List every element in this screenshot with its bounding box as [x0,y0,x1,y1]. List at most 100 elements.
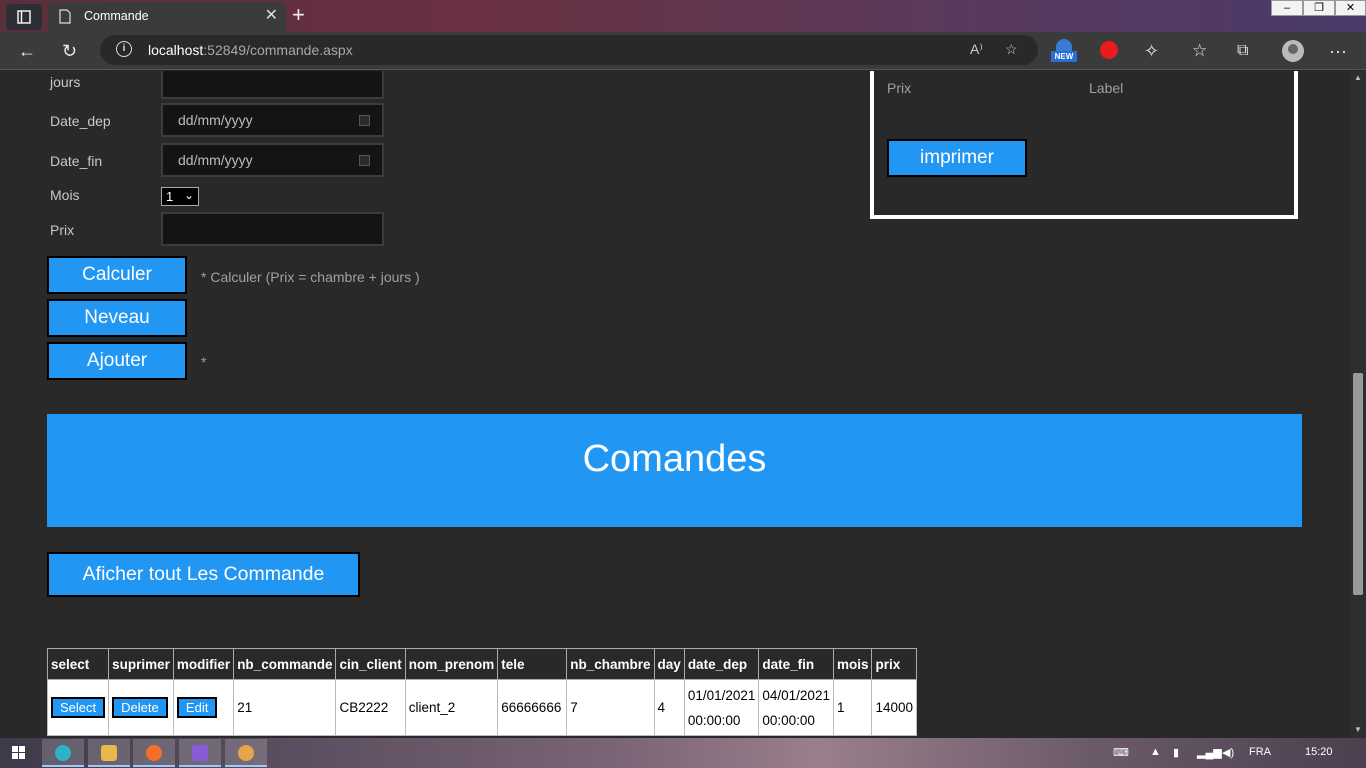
taskbar-edge[interactable] [42,739,84,767]
ajouter-button[interactable]: Ajouter [47,342,187,380]
restore-icon: ❐ [1314,2,1324,14]
battery-icon[interactable]: ▮ [1173,746,1179,759]
calculer-button[interactable]: Calculer [47,256,187,294]
start-button[interactable] [0,739,40,767]
date-fin-cell: 04/01/2021 00:00:00 [758,679,834,736]
window-close-icon: ✕ [1345,2,1356,14]
volume-icon[interactable]: ◀) [1222,746,1234,759]
tab-title: Commande [84,9,149,23]
calendar-icon[interactable] [359,155,370,166]
refresh-icon[interactable]: ↻ [62,41,77,61]
scrollbar-thumb[interactable] [1353,373,1363,595]
nb-chambre-cell: 7 [566,679,655,736]
mois-label: Mois [50,187,80,203]
date-dep-label: Date_dep [50,113,111,129]
scroll-down-icon[interactable]: ▼ [1354,725,1362,734]
taskbar-visual-studio[interactable] [179,739,221,767]
row-delete-button[interactable]: Delete [112,697,168,718]
column-header: tele [497,648,568,680]
print-panel: Prix Label imprimer [870,71,1298,219]
column-header: mois [832,648,873,680]
prix-cell: 14000 [871,679,918,736]
url-host: localhost [148,42,204,58]
mois-select[interactable]: 1 ⌄ [161,187,199,206]
taskbar-app[interactable] [225,739,267,767]
delete-cell: Delete [108,679,174,736]
browser-tab-commande[interactable]: Commande ✕ [48,2,286,32]
site-info-icon[interactable]: i [116,41,132,57]
edit-cell: Edit [172,679,235,736]
new-tab-icon[interactable]: + [292,3,305,27]
column-header: cin_client [335,648,406,680]
date-dep-placeholder: dd/mm/yyyy [178,112,253,128]
cin-client-cell: CB2222 [335,679,406,736]
date-fin-date: 04/01/2021 [762,687,830,703]
tele-cell: 66666666 [497,679,568,736]
clock[interactable]: 15:20 [1305,746,1333,758]
folder-icon [101,745,117,761]
keyboard-icon[interactable]: ⌨ [1113,746,1129,759]
page-content: jours Date_dep dd/mm/yyyy Date_fin dd/mm… [0,71,1350,738]
date-fin-label: Date_fin [50,153,103,169]
imprimer-button[interactable]: imprimer [887,139,1027,177]
app-icon [238,745,254,761]
page-scrollbar[interactable]: ▲ ▼ [1350,71,1366,738]
collections-icon[interactable]: ⧉ [1237,41,1248,61]
date-dep-cell: 01/01/2021 00:00:00 [683,679,760,736]
read-aloud-icon[interactable]: A⁾ [970,41,983,58]
new-badge-label: NEW [1051,51,1077,62]
restore-button[interactable]: ❐ [1303,0,1335,16]
add-favorite-icon[interactable]: ☆ [1005,41,1018,58]
address-bar[interactable]: i localhost:52849/commande.aspx A⁾ ☆ [100,35,1038,65]
mois-selected-value: 1 [166,189,174,204]
close-tab-icon[interactable]: ✕ [265,7,278,25]
language-indicator[interactable]: FRA [1249,746,1271,758]
tab-actions-icon [17,10,31,24]
jours-input[interactable] [161,71,384,99]
windows-logo-icon [12,746,25,759]
nb-commande-cell: 21 [233,679,337,736]
neveau-button[interactable]: Neveau [47,299,187,337]
ajouter-note: * [201,354,207,370]
row-select-button[interactable]: Select [51,697,106,718]
more-menu-icon[interactable]: ··· [1329,41,1347,61]
column-header: nb_chambre [566,648,655,680]
profile-avatar[interactable] [1282,40,1304,62]
jours-label: jours [50,74,81,90]
mois-cell: 1 [832,679,873,736]
column-header: suprimer [108,648,174,680]
extensions-puzzle-icon[interactable]: ✧ [1144,41,1159,61]
row-edit-button[interactable]: Edit [176,697,218,718]
prix-label: Prix [50,222,75,238]
column-header: nom_prenom [404,648,499,680]
favorites-icon[interactable]: ☆ [1192,41,1207,61]
calendar-icon[interactable] [359,115,370,126]
taskbar-firefox[interactable] [133,739,175,767]
commandes-banner: Comandes [47,414,1302,527]
column-header: date_fin [758,648,834,680]
date-fin-input[interactable]: dd/mm/yyyy [161,143,384,177]
chevron-up-icon[interactable]: ▲ [1150,746,1161,758]
edge-icon [55,745,71,761]
prix-input[interactable] [161,212,384,246]
column-header: select [46,648,110,680]
show-all-commandes-button[interactable]: Aficher tout Les Commande [47,552,360,597]
date-fin-placeholder: dd/mm/yyyy [178,152,253,168]
day-cell: 4 [653,679,685,736]
chevron-down-icon: ⌄ [184,188,195,202]
network-icon[interactable]: ▂▄▆ [1197,746,1222,759]
column-header: date_dep [683,648,760,680]
column-header: nb_commande [233,648,337,680]
stop-extension-icon[interactable] [1100,41,1118,59]
extension-new-badge[interactable]: NEW [1051,39,1077,63]
browser-tab-strip: Commande ✕ + – ❐ ✕ [0,0,1366,32]
commandes-table: select suprimer modifier nb_commande cin… [46,648,918,736]
scroll-up-icon[interactable]: ▲ [1354,73,1362,82]
date-dep-input[interactable]: dd/mm/yyyy [161,103,384,137]
tab-actions-button[interactable] [6,4,42,30]
window-close-button[interactable]: ✕ [1335,0,1366,16]
minimize-button[interactable]: – [1271,0,1303,16]
taskbar-file-explorer[interactable] [88,739,130,767]
back-arrow-icon[interactable]: ← [18,41,36,61]
table-row: Select Delete Edit 21 CB2222 client_2 66… [46,679,918,736]
